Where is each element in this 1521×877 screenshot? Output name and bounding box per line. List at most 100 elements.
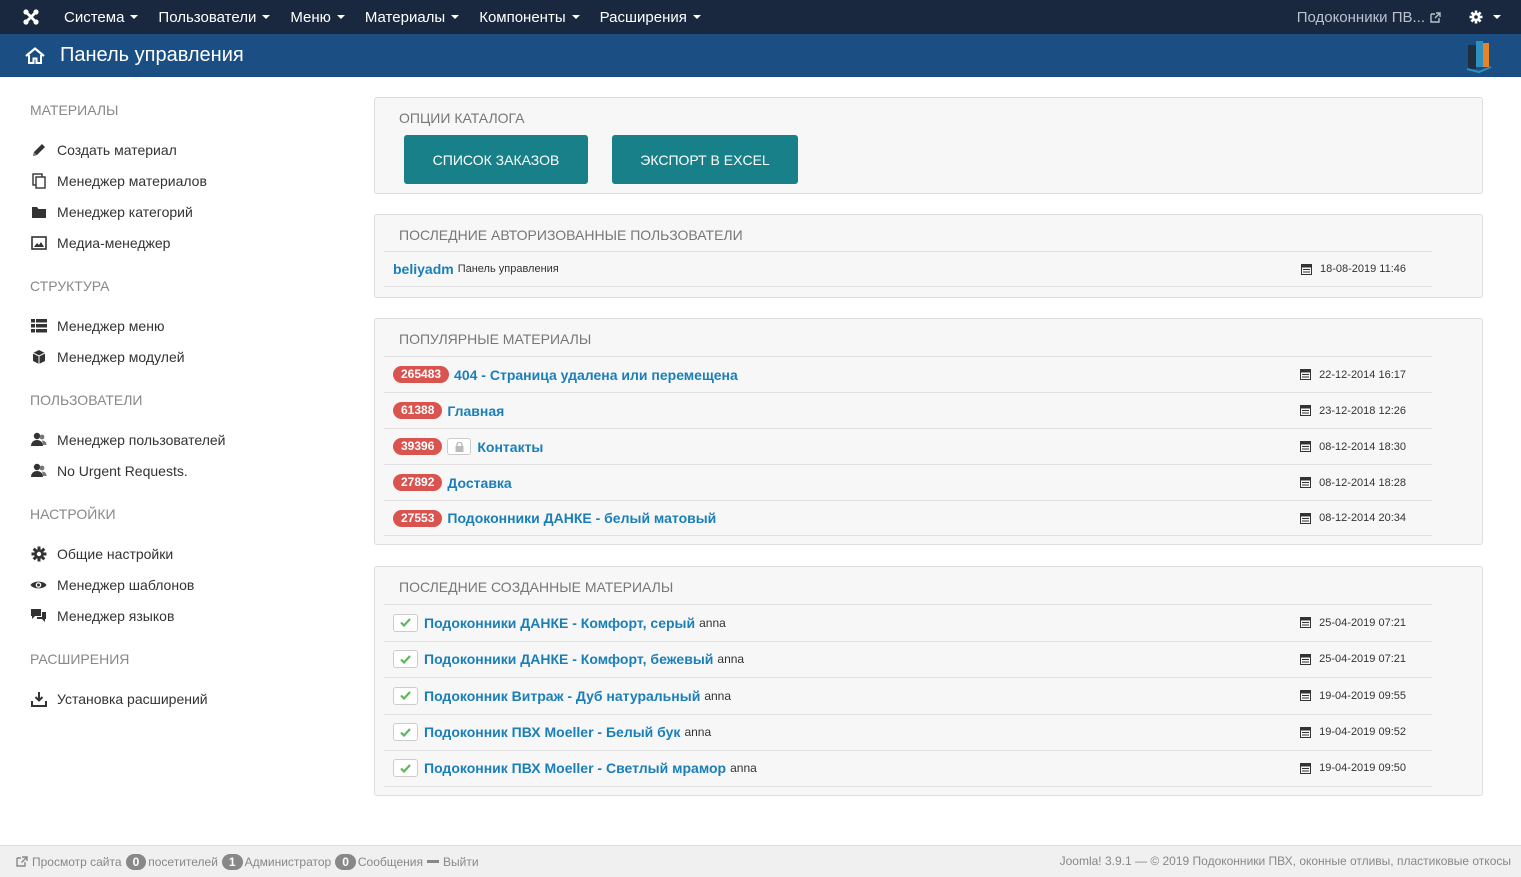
- date-text: 25-04-2019 07:21: [1319, 653, 1406, 666]
- menu-extensions[interactable]: Расширения: [590, 0, 711, 34]
- sidebar-item-add-article[interactable]: Создать материал: [30, 134, 350, 165]
- menu-users[interactable]: Пользователи: [148, 0, 280, 34]
- article-link[interactable]: Главная: [447, 403, 504, 419]
- sidebar-heading: МАТЕРИАЛЫ: [30, 102, 119, 118]
- list-item: Подоконники ДАНКЕ - Комфорт, бежевый ann…: [384, 640, 1432, 678]
- published-check-icon[interactable]: [393, 686, 418, 705]
- published-check-icon[interactable]: [393, 613, 418, 632]
- joomla-logo-icon[interactable]: [8, 0, 54, 34]
- sidebar-heading: СТРУКТУРА: [30, 278, 110, 294]
- caret-down-icon: [692, 15, 701, 19]
- latest-articles-list: Подоконники ДАНКЕ - Комфорт, серый anna …: [384, 604, 1472, 787]
- sidebar-item-language-manager[interactable]: Менеджер языков: [30, 600, 350, 631]
- users-icon: [30, 462, 47, 479]
- logout-link[interactable]: Выйти: [427, 855, 479, 869]
- row-date: 25-04-2019 07:21: [1300, 617, 1406, 629]
- cube-icon: [30, 348, 47, 365]
- calendar-icon: [1300, 512, 1312, 524]
- site-name-link[interactable]: Подоконники ПВ...: [1283, 9, 1455, 26]
- list-item: 27553 Подоконники ДАНКЕ - белый матовый …: [384, 500, 1432, 536]
- date-text: 19-04-2019 09:52: [1319, 726, 1406, 739]
- sidebar-group-structure: СТРУКТУРА Менеджер меню Менеджер модулей: [30, 276, 350, 372]
- caret-down-icon: [451, 15, 460, 19]
- list-item: 265483 404 - Страница удалена или переме…: [384, 356, 1432, 392]
- page-title: Панель управления: [60, 44, 244, 66]
- sidebar-group-content: МАТЕРИАЛЫ Создать материал Менеджер мате…: [30, 100, 350, 258]
- lock-icon[interactable]: [447, 438, 472, 455]
- copy-icon: [30, 172, 47, 189]
- list-item: Подоконники ДАНКЕ - Комфорт, серый anna …: [384, 604, 1432, 641]
- calendar-icon: [1300, 405, 1312, 416]
- sidebar-item-privacy-requests[interactable]: No Urgent Requests.: [30, 455, 350, 486]
- published-check-icon[interactable]: [393, 650, 418, 669]
- sidebar-item-label: Создать материал: [57, 141, 177, 158]
- popular-articles-list: 265483 404 - Страница удалена или переме…: [384, 356, 1472, 536]
- date-text: 22-12-2014 16:17: [1319, 368, 1406, 381]
- sidebar-item-label: Менеджер категорий: [57, 203, 193, 220]
- sidebar-item-label: Менеджер пользователей: [57, 431, 226, 448]
- menu-system[interactable]: Система: [54, 0, 148, 34]
- row-date: 19-04-2019 09:52: [1300, 726, 1406, 738]
- article-link[interactable]: 404 - Страница удалена или перемещена: [454, 367, 738, 383]
- visitors-badge: 0: [125, 853, 147, 870]
- article-link[interactable]: Подоконник ПВХ Moeller - Светлый мрамор: [424, 760, 726, 776]
- sidebar-item-label: No Urgent Requests.: [57, 462, 188, 479]
- article-link[interactable]: Подоконники ДАНКЕ - Комфорт, бежевый: [424, 651, 713, 667]
- list-item: 61388 Главная 23-12-2018 12:26: [384, 392, 1432, 428]
- menu-content[interactable]: Материалы: [355, 0, 469, 34]
- sidebar-heading: ПОЛЬЗОВАТЕЛИ: [30, 392, 143, 408]
- external-link-icon: [16, 856, 28, 867]
- published-check-icon[interactable]: [393, 723, 418, 742]
- sidebar-item-label: Медиа-менеджер: [57, 234, 171, 251]
- sidebar-heading: РАСШИРЕНИЯ: [30, 651, 130, 667]
- external-link-icon: [1430, 11, 1441, 23]
- article-link[interactable]: Подоконники ДАНКЕ - Комфорт, серый: [424, 615, 695, 631]
- user-link[interactable]: beliyadm: [393, 261, 454, 277]
- sidebar-item-article-manager[interactable]: Менеджер материалов: [30, 165, 350, 196]
- sidebar-item-label: Менеджер меню: [57, 317, 165, 334]
- sidebar-item-label: Общие настройки: [57, 545, 174, 562]
- messages-link[interactable]: 0 Сообщения: [335, 853, 423, 870]
- hits-badge: 27553: [393, 509, 443, 527]
- orders-list-button[interactable]: СПИСОК ЗАКАЗОВ: [404, 135, 588, 184]
- row-date: 22-12-2014 16:17: [1300, 369, 1406, 381]
- calendar-icon: [1300, 441, 1312, 452]
- sidebar-item-template-manager[interactable]: Менеджер шаблонов: [30, 569, 350, 600]
- article-link[interactable]: Подоконник Витраж - Дуб натуральный: [424, 688, 700, 704]
- row-date: 08-12-2014 20:34: [1300, 512, 1406, 524]
- date-text: 08-12-2014 18:30: [1319, 440, 1406, 453]
- sidebar-item-module-manager[interactable]: Менеджер модулей: [30, 341, 350, 372]
- sidebar-item-menu-manager[interactable]: Менеджер меню: [30, 310, 350, 341]
- sidebar-item-user-manager[interactable]: Менеджер пользователей: [30, 424, 350, 455]
- view-site-link[interactable]: Просмотр сайта: [16, 855, 122, 869]
- books-logo-icon: [1465, 39, 1493, 76]
- pencil-icon: [30, 141, 47, 158]
- list-item: 39396 Контакты 08-12-2014 18:30: [384, 428, 1432, 464]
- article-link[interactable]: Подоконники ДАНКЕ - белый матовый: [447, 510, 716, 526]
- date-text: 08-12-2014 20:34: [1319, 512, 1406, 524]
- menu-label: Пользователи: [158, 8, 257, 26]
- export-excel-button[interactable]: ЭКСПОРТ В EXCEL: [612, 135, 798, 184]
- article-link[interactable]: Доставка: [447, 475, 511, 491]
- article-link[interactable]: Подоконник ПВХ Moeller - Белый бук: [424, 724, 680, 740]
- date-text: 19-04-2019 09:55: [1319, 689, 1406, 702]
- popular-articles-panel: ПОПУЛЯРНЫЕ МАТЕРИАЛЫ 265483 404 - Страни…: [374, 318, 1483, 545]
- article-link[interactable]: Контакты: [477, 439, 543, 455]
- sidebar-item-install-extensions[interactable]: Установка расширений: [30, 683, 350, 714]
- catalog-options-panel: ОПЦИИ КАТАЛОГА СПИСОК ЗАКАЗОВ ЭКСПОРТ В …: [374, 97, 1483, 194]
- sidebar-item-global-config[interactable]: Общие настройки: [30, 538, 350, 569]
- panel-title: ПОПУЛЯРНЫЕ МАТЕРИАЛЫ: [399, 331, 592, 347]
- sidebar-item-media-manager[interactable]: Медиа-менеджер: [30, 227, 350, 258]
- sidebar-item-category-manager[interactable]: Менеджер категорий: [30, 196, 350, 227]
- panel-title: ПОСЛЕДНИЕ АВТОРИЗОВАННЫЕ ПОЛЬЗОВАТЕЛИ: [399, 227, 743, 243]
- view-site-label: Просмотр сайта: [32, 854, 122, 869]
- menu-components[interactable]: Компоненты: [469, 0, 589, 34]
- download-icon: [30, 690, 47, 707]
- eye-icon: [30, 576, 47, 593]
- hits-badge: 265483: [393, 366, 450, 383]
- menu-menus[interactable]: Меню: [280, 0, 355, 34]
- published-check-icon[interactable]: [393, 759, 418, 778]
- calendar-icon: [1300, 726, 1312, 738]
- logged-users-panel: ПОСЛЕДНИЕ АВТОРИЗОВАННЫЕ ПОЛЬЗОВАТЕЛИ be…: [374, 214, 1483, 298]
- user-settings-dropdown[interactable]: [1455, 10, 1521, 24]
